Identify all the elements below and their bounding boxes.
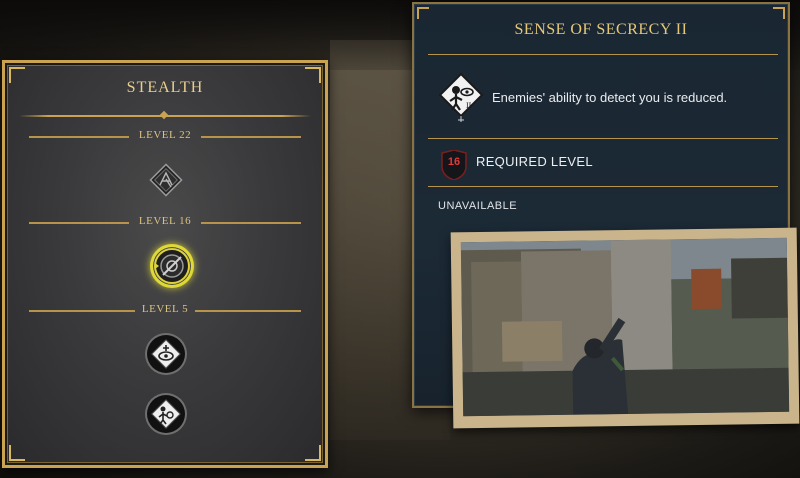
skill-preview-image <box>450 227 800 429</box>
diamond-glyph-icon <box>149 163 183 197</box>
skill-tree-panel: STEALTH LEVEL 22 LEVEL 16 LEVEL 5 <box>2 60 328 468</box>
eye-diamond-icon <box>151 339 181 369</box>
sense-of-secrecy-icon: II <box>438 72 484 124</box>
section-divider <box>428 186 778 187</box>
corner-ornament <box>417 7 429 19</box>
svg-text:II: II <box>466 101 472 110</box>
skill-node-level-22[interactable] <box>147 161 185 199</box>
title-divider <box>428 54 778 55</box>
section-divider <box>428 138 778 139</box>
figure-diamond-icon <box>151 399 181 429</box>
availability-status: UNAVAILABLE <box>438 200 518 212</box>
corner-ornament <box>9 445 25 461</box>
title-divider <box>19 110 311 120</box>
corner-ornament <box>773 7 785 19</box>
skill-detail-title: SENSE OF SECRECY II <box>514 21 688 38</box>
preview-scene <box>460 237 790 417</box>
required-level-value: 16 <box>447 156 461 168</box>
level-22-label: LEVEL 22 <box>138 129 192 141</box>
level-22-header: LEVEL 22 <box>5 129 325 145</box>
level-5-header: LEVEL 5 <box>5 303 325 319</box>
corner-ornament <box>305 445 321 461</box>
skill-description: Enemies' ability to detect you is reduce… <box>492 90 728 105</box>
required-level-label: REQUIRED LEVEL <box>476 154 593 169</box>
required-level-badge: 16 <box>440 150 468 180</box>
skill-tree-title: STEALTH <box>126 79 204 96</box>
skill-node-level-16-selected[interactable] <box>153 247 191 285</box>
level-16-header: LEVEL 16 <box>5 215 325 231</box>
skill-node-level-5-b[interactable] <box>147 395 185 433</box>
eye-disc-icon <box>154 248 190 284</box>
level-5-label: LEVEL 5 <box>141 303 189 315</box>
skill-node-level-5-a[interactable] <box>147 335 185 373</box>
level-16-label: LEVEL 16 <box>138 215 192 227</box>
